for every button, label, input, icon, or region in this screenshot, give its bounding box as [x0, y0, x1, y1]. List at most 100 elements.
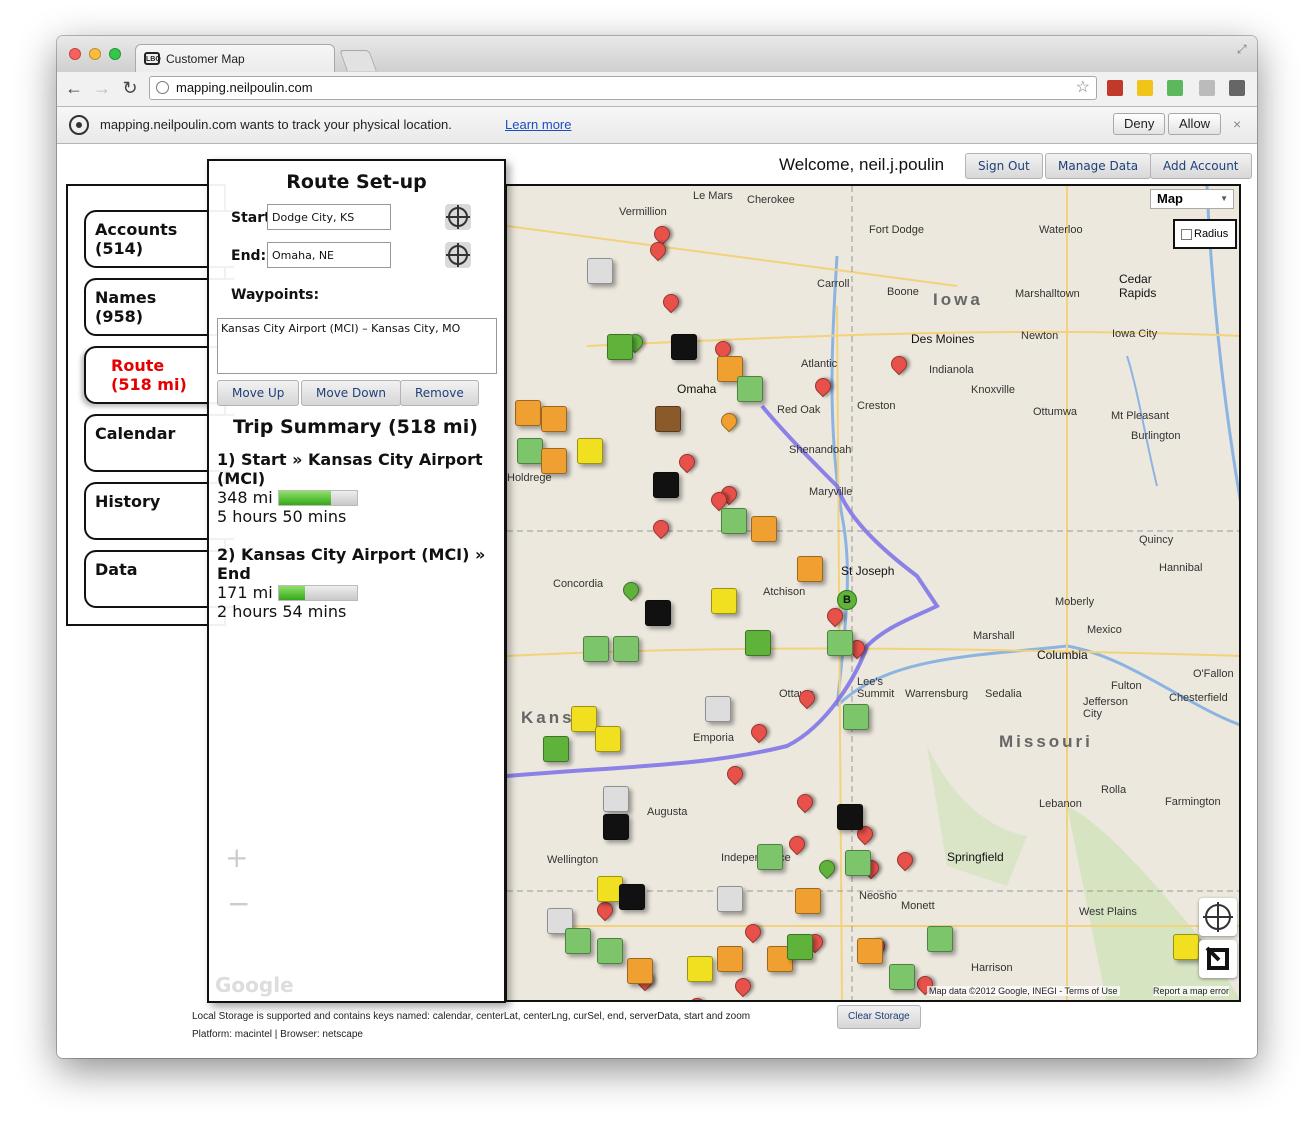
map-label-city: Fort Dodge [869, 224, 925, 236]
start-locate-button[interactable] [445, 204, 471, 230]
map-label-city: Cherokee [747, 194, 795, 206]
customer-marker-icon[interactable] [711, 588, 737, 614]
new-tab-button[interactable] [339, 50, 377, 71]
deny-button[interactable]: Deny [1113, 113, 1166, 135]
customer-marker-icon[interactable] [795, 888, 821, 914]
back-arrow-icon[interactable]: ← [63, 77, 85, 99]
customer-marker-icon[interactable] [721, 508, 747, 534]
customer-marker-icon[interactable] [845, 850, 871, 876]
sign-out-button[interactable]: Sign Out [965, 153, 1043, 179]
customer-marker-icon[interactable] [717, 886, 743, 912]
wrench-icon[interactable] [1229, 80, 1245, 96]
infobar-close-icon[interactable]: × [1233, 116, 1241, 132]
customer-marker-icon[interactable] [613, 636, 639, 662]
route-setup-title: Route Set-up [286, 171, 427, 193]
map-label-city: Columbia [1037, 648, 1088, 662]
customer-marker-icon[interactable] [627, 958, 653, 984]
learn-more-link[interactable]: Learn more [505, 117, 571, 132]
leg-2-duration: 2 hours 54 mins [217, 602, 347, 621]
leg-1-progress-bar [278, 490, 358, 506]
radius-toggle[interactable]: Radius [1173, 219, 1237, 249]
customer-marker-icon[interactable] [751, 516, 777, 542]
customer-marker-icon[interactable] [757, 844, 783, 870]
customer-marker-icon[interactable] [787, 934, 813, 960]
radius-checkbox[interactable] [1181, 228, 1192, 240]
map-attribution[interactable]: Map data ©2012 Google, INEGI - Terms of … [927, 986, 1120, 996]
checkmark-extension-icon[interactable] [1167, 80, 1183, 96]
customer-marker-icon[interactable] [597, 938, 623, 964]
reload-icon[interactable]: ↻ [119, 77, 141, 99]
customer-marker-icon[interactable] [745, 630, 771, 656]
customer-marker-icon[interactable] [843, 704, 869, 730]
customer-marker-icon[interactable] [587, 258, 613, 284]
bookmark-extension-icon[interactable] [1107, 80, 1123, 96]
mail-extension-icon[interactable] [1199, 80, 1215, 96]
map-label-city: Augusta [647, 806, 688, 818]
map-locate-control[interactable] [1199, 898, 1237, 936]
zoom-out-button[interactable]: − [227, 887, 250, 920]
customer-marker-icon[interactable] [565, 928, 591, 954]
end-locate-button[interactable] [445, 242, 471, 268]
customer-marker-icon[interactable] [595, 726, 621, 752]
move-down-button[interactable]: Move Down [301, 380, 401, 406]
browser-tab[interactable]: LBO Customer Map [135, 44, 335, 72]
customer-marker-icon[interactable] [717, 946, 743, 972]
customer-marker-icon[interactable] [571, 706, 597, 732]
phone-extension-icon[interactable] [1137, 80, 1153, 96]
address-bar[interactable]: mapping.neilpoulin.com ☆ [149, 76, 1097, 100]
allow-button[interactable]: Allow [1168, 113, 1222, 135]
remove-button[interactable]: Remove [400, 380, 479, 406]
customer-marker-icon[interactable] [583, 636, 609, 662]
map-expand-control[interactable] [1199, 940, 1237, 978]
customer-marker-icon[interactable] [653, 472, 679, 498]
map-type-selector[interactable]: Map [1150, 189, 1234, 209]
start-input[interactable] [267, 204, 391, 230]
report-map-error-link[interactable]: Report a map error [1153, 986, 1230, 996]
customer-marker-icon[interactable] [927, 926, 953, 952]
move-up-button[interactable]: Move Up [217, 380, 300, 406]
forward-arrow-icon[interactable]: → [91, 77, 113, 99]
customer-marker-icon[interactable] [607, 334, 633, 360]
browser-window: LBO Customer Map ⤢ ← → ↻ mapping.neilpou… [57, 36, 1257, 1058]
manage-data-button[interactable]: Manage Data [1045, 153, 1152, 179]
map-label-city: Le Mars [693, 190, 733, 202]
bookmark-star-icon[interactable]: ☆ [1076, 77, 1090, 99]
start-label: Start [231, 210, 271, 226]
map-label-city: Quincy [1139, 534, 1174, 546]
customer-marker-icon[interactable] [541, 406, 567, 432]
customer-marker-icon[interactable] [541, 448, 567, 474]
minimize-window-button[interactable] [89, 48, 101, 60]
waypoints-list[interactable]: Kansas City Airport (MCI) – Kansas City,… [217, 318, 497, 374]
customer-marker-icon[interactable] [827, 630, 853, 656]
location-target-icon [69, 115, 89, 135]
end-input[interactable] [267, 242, 391, 268]
customer-marker-icon[interactable] [517, 438, 543, 464]
customer-marker-icon[interactable] [603, 786, 629, 812]
customer-marker-icon[interactable] [671, 334, 697, 360]
customer-marker-icon[interactable] [737, 376, 763, 402]
customer-marker-icon[interactable] [619, 884, 645, 910]
customer-marker-icon[interactable] [705, 696, 731, 722]
customer-marker-icon[interactable] [889, 964, 915, 990]
customer-marker-icon[interactable] [543, 736, 569, 762]
route-marker-b[interactable]: B [837, 590, 857, 610]
customer-marker-icon[interactable] [655, 406, 681, 432]
zoom-window-button[interactable] [109, 48, 121, 60]
customer-marker-icon[interactable] [687, 956, 713, 982]
customer-marker-icon[interactable] [797, 556, 823, 582]
fullscreen-icon[interactable]: ⤢ [1237, 42, 1247, 57]
customer-marker-icon[interactable] [837, 804, 863, 830]
customer-marker-icon[interactable] [645, 600, 671, 626]
add-account-button[interactable]: Add Account [1150, 153, 1252, 179]
customer-marker-icon[interactable] [857, 938, 883, 964]
close-window-button[interactable] [69, 48, 81, 60]
clear-storage-button[interactable]: Clear Storage [837, 1005, 921, 1029]
customer-marker-icon[interactable] [1173, 934, 1199, 960]
map-label-city: Lee's Summit [857, 676, 895, 700]
customer-map[interactable]: Iowa Kansas Missouri Le Mars Cherokee Fo… [505, 184, 1241, 1002]
customer-marker-icon[interactable] [515, 400, 541, 426]
customer-marker-icon[interactable] [577, 438, 603, 464]
zoom-in-button[interactable]: + [225, 841, 248, 874]
waypoint-item[interactable]: Kansas City Airport (MCI) – Kansas City,… [221, 322, 493, 335]
customer-marker-icon[interactable] [603, 814, 629, 840]
